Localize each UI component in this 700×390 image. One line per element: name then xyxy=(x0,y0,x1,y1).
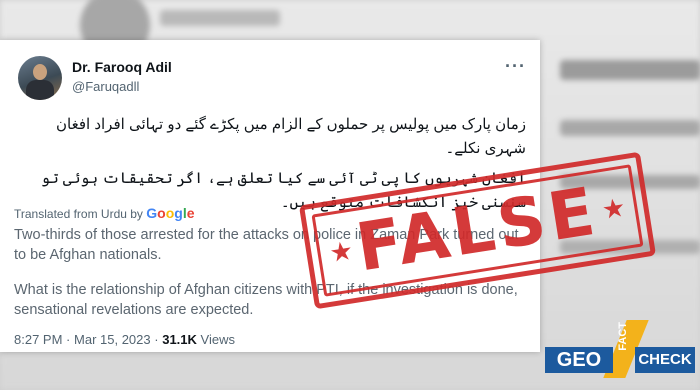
avatar-body xyxy=(26,80,54,100)
author-name[interactable]: Dr. Farooq Adil xyxy=(72,59,172,75)
star-icon: ★ xyxy=(599,191,628,226)
blurred-text xyxy=(560,60,700,80)
tweet-text-urdu: زمان پارک میں پولیس پر حملوں کے الزام می… xyxy=(56,116,526,157)
logo-geo: GEO xyxy=(545,347,613,373)
views-count: 31.1K xyxy=(162,332,197,347)
logo-fact: FACT xyxy=(617,322,629,351)
avatar-head xyxy=(33,64,47,80)
google-logo: Google xyxy=(146,205,195,221)
meta-separator: · xyxy=(66,332,71,347)
avatar[interactable] xyxy=(18,56,62,100)
tweet-meta: 8:27 PM · Mar 15, 2023 · 31.1K Views xyxy=(14,332,235,347)
tweet-date[interactable]: Mar 15, 2023 xyxy=(74,332,151,347)
geo-fact-check-logo: GEO FACT CHECK xyxy=(545,320,695,380)
views-label: Views xyxy=(200,332,235,347)
translated-from-link[interactable]: Translated from Urdu by Google xyxy=(14,205,195,221)
blurred-text xyxy=(560,120,700,136)
author-handle[interactable]: @Faruqadll xyxy=(72,79,139,94)
meta-separator: · xyxy=(154,332,159,347)
more-icon[interactable]: ··· xyxy=(505,56,526,77)
logo-check: CHECK xyxy=(635,347,695,373)
blurred-name xyxy=(160,10,280,26)
translated-label: Translated from Urdu by xyxy=(14,207,143,221)
tweet-time[interactable]: 8:27 PM xyxy=(14,332,62,347)
